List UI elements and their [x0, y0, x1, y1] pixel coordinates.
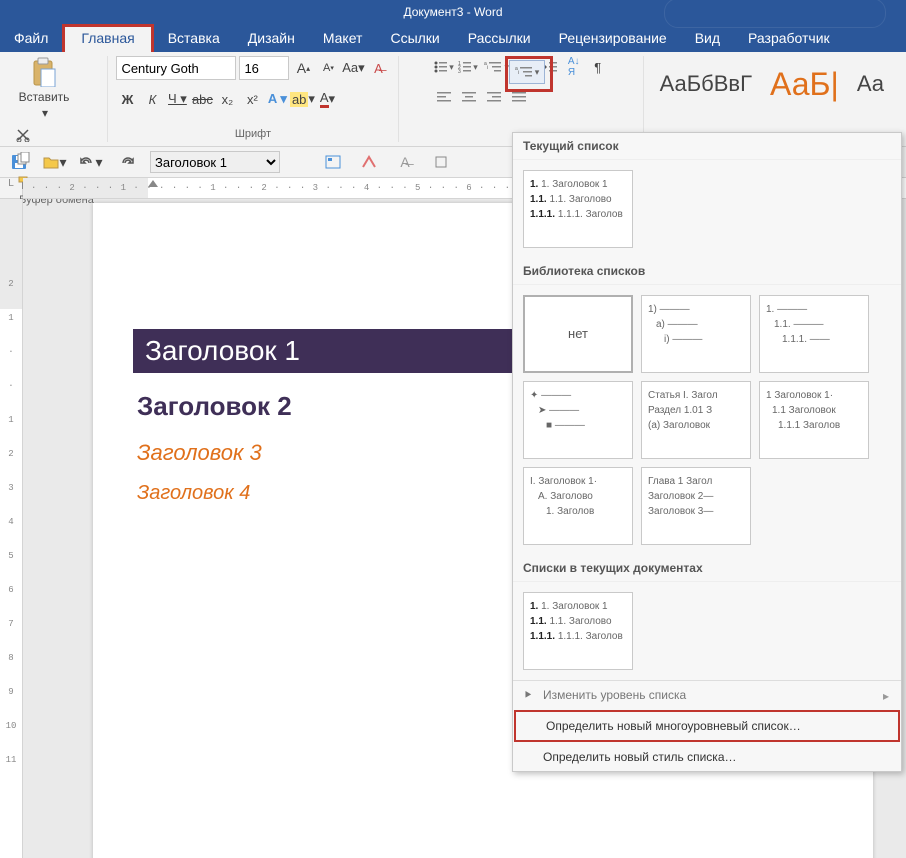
titlebar: Документ3 - Word: [0, 0, 906, 24]
list-item[interactable]: I. Заголовок 1· A. Заголово 1. Заголов: [523, 467, 633, 545]
subscript-button[interactable]: x₂: [216, 88, 238, 110]
group-styles: АаБбВвГ АаБ| Аа: [644, 56, 900, 142]
section-doc-lists: Списки в текущих документах: [513, 555, 901, 582]
tab-insert[interactable]: Вставка: [154, 24, 234, 52]
align-left-button[interactable]: [433, 86, 455, 108]
clipboard-icon: [28, 56, 60, 88]
svg-text:3: 3: [458, 69, 461, 73]
bullets-button[interactable]: ▾: [433, 56, 455, 78]
ribbon-tabs: Файл Главная Вставка Дизайн Макет Ссылки…: [0, 24, 906, 52]
bold-button[interactable]: Ж: [116, 88, 138, 110]
group-font: A▴ A▾ Aa▾ A̶ Ж К Ч ▾ abc x₂ x² A ▾ ab▾ A…: [108, 56, 399, 142]
ruler-ticks: · · · 2 · · · 1 · · · · · · 1 · · · 2 · …: [23, 178, 562, 198]
paste-button[interactable]: Вставить ▾: [12, 56, 76, 120]
tab-mailings[interactable]: Рассылки: [454, 24, 545, 52]
section-list-library: Библиотека списков: [513, 258, 901, 285]
style-preview-3[interactable]: Аа: [857, 71, 884, 97]
cut-button[interactable]: [12, 124, 34, 146]
redo-button[interactable]: [114, 149, 140, 175]
superscript-button[interactable]: x²: [241, 88, 263, 110]
multilevel-list-button[interactable]: ai▾: [481, 56, 513, 78]
indent-marker-icon[interactable]: [148, 180, 158, 187]
list-item[interactable]: 1. 1. Заголовок 1 1.1. 1.1. Заголово 1.1…: [523, 170, 633, 248]
strikethrough-button[interactable]: abc: [191, 88, 213, 110]
group-clipboard: Вставить ▾ Буфер обмена: [6, 56, 108, 142]
sort-button[interactable]: А↓Я: [563, 56, 585, 78]
font-name-combo[interactable]: [116, 56, 236, 80]
align-center-button[interactable]: [458, 86, 480, 108]
decrease-font-button[interactable]: A▾: [317, 57, 339, 79]
multilevel-list-dropdown: Текущий список 1. 1. Заголовок 1 1.1. 1.…: [512, 132, 902, 772]
window-title: Документ3 - Word: [403, 5, 502, 19]
tab-review[interactable]: Рецензирование: [545, 24, 681, 52]
justify-button[interactable]: [508, 86, 530, 108]
font-group-label: Шрифт: [235, 128, 271, 142]
svg-text:i: i: [518, 70, 519, 76]
list-item[interactable]: Глава 1 Загол Заголовок 2— Заголовок 3—: [641, 467, 751, 545]
multilevel-list-button-active[interactable]: ai▾: [509, 60, 545, 84]
paste-label: Вставить: [19, 90, 70, 104]
dropdown-commands: ⯈ Изменить уровень списка ▸ Определить н…: [513, 680, 901, 771]
highlight-button[interactable]: ab▾: [291, 88, 313, 110]
font-color-button[interactable]: A▾: [316, 88, 338, 110]
list-item[interactable]: 1. 1. Заголовок 1 1.1. 1.1. Заголово 1.1…: [523, 592, 633, 670]
tab-home[interactable]: Главная: [62, 24, 153, 52]
tab-developer[interactable]: Разработчик: [734, 24, 844, 52]
section-current-list: Текущий список: [513, 133, 901, 160]
list-item[interactable]: Статья I. Загол Раздел 1.01 З (a) Заголо…: [641, 381, 751, 459]
clear-formatting-button[interactable]: A̶: [367, 57, 389, 79]
show-marks-button[interactable]: ¶: [587, 56, 609, 78]
indent-icon: ⯈: [523, 688, 533, 703]
style-preview-heading[interactable]: АаБ|: [770, 66, 839, 103]
style-preview-normal[interactable]: АаБбВвГ: [660, 71, 752, 97]
align-right-button[interactable]: [483, 86, 505, 108]
tab-references[interactable]: Ссылки: [376, 24, 453, 52]
underline-button[interactable]: Ч ▾: [166, 88, 188, 110]
qat-btn-3[interactable]: A̶: [392, 149, 418, 175]
vruler-ticks: 2 1 · · 1 2 3 4 5 6 7 8 9 10 11: [0, 199, 22, 777]
tab-file[interactable]: Файл: [0, 24, 62, 52]
qat-btn-2[interactable]: [356, 149, 382, 175]
list-item-none[interactable]: нет: [523, 295, 633, 373]
style-quick-selector[interactable]: Заголовок 1: [150, 151, 280, 173]
italic-button[interactable]: К: [141, 88, 163, 110]
numbering-button[interactable]: 123▾: [457, 56, 479, 78]
increase-font-button[interactable]: A▴: [292, 57, 314, 79]
list-item[interactable]: 1. ——— 1.1. ——— 1.1.1. ——: [759, 295, 869, 373]
svg-text:i: i: [487, 65, 488, 71]
cmd-define-new-list-style[interactable]: Определить новый стиль списка…: [513, 743, 901, 771]
cmd-define-new-multilevel-list[interactable]: Определить новый многоуровневый список…: [514, 710, 900, 742]
list-item[interactable]: 1) ——— a) ——— i) ———: [641, 295, 751, 373]
qat-btn-1[interactable]: [320, 149, 346, 175]
titlebar-decoration: [664, 0, 886, 28]
tab-view[interactable]: Вид: [681, 24, 734, 52]
copy-button[interactable]: [12, 148, 34, 170]
cmd-change-list-level: ⯈ Изменить уровень списка ▸: [513, 681, 901, 709]
list-item[interactable]: ✦ ——— ➤ ——— ■ ———: [523, 381, 633, 459]
change-case-button[interactable]: Aa▾: [342, 57, 364, 79]
qat-btn-4[interactable]: [428, 149, 454, 175]
chevron-right-icon: ▸: [883, 689, 889, 703]
vertical-ruler[interactable]: 2 1 · · 1 2 3 4 5 6 7 8 9 10 11: [0, 199, 23, 858]
tab-design[interactable]: Дизайн: [234, 24, 309, 52]
text-effects-button[interactable]: A ▾: [266, 88, 288, 110]
list-item[interactable]: 1 Заголовок 1· 1.1 Заголовок 1.1.1 Загол…: [759, 381, 869, 459]
tab-layout[interactable]: Макет: [309, 24, 377, 52]
chevron-down-icon: ▾: [42, 106, 48, 120]
font-size-combo[interactable]: [239, 56, 289, 80]
